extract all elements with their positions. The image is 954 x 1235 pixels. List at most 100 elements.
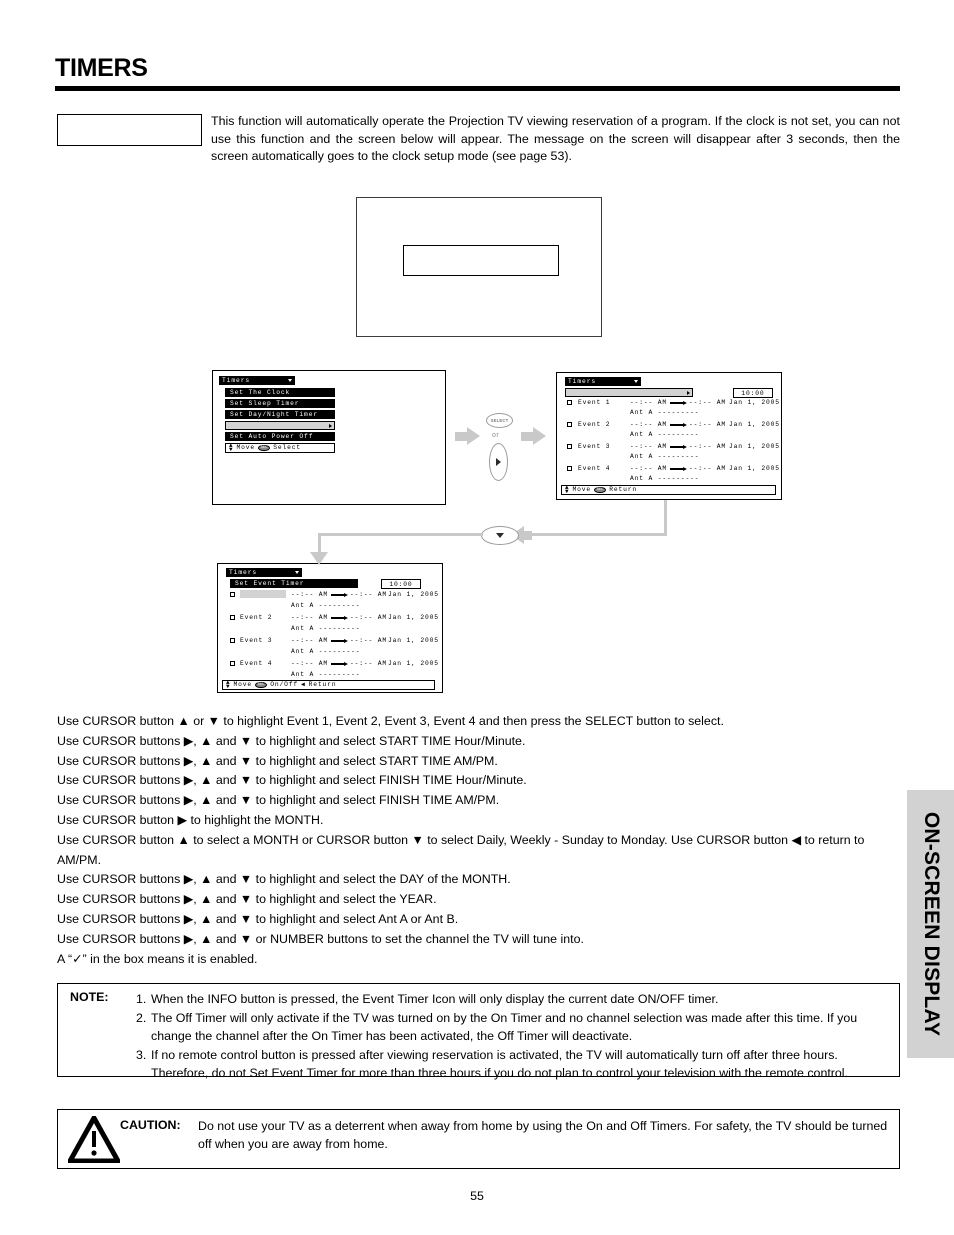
- event-start-time[interactable]: --:-- AM: [291, 591, 328, 599]
- event-enable-checkbox[interactable]: [230, 615, 235, 620]
- page-number: 55: [470, 1189, 484, 1203]
- osd1-title-label: Timers: [222, 377, 251, 384]
- flow-line-vertical-right: [664, 500, 667, 536]
- flow-line-horizontal-right: [524, 533, 667, 536]
- menu-item-set-the-clock[interactable]: Set The Clock: [225, 388, 335, 397]
- event-finish-time[interactable]: --:-- AM: [689, 421, 726, 429]
- event-start-time[interactable]: --:-- AM: [291, 637, 328, 645]
- event-finish-time[interactable]: --:-- AM: [689, 399, 726, 407]
- warning-triangle-icon: [68, 1116, 120, 1163]
- osd-panel-timers-menu: Timers Set The Clock Set Sleep Timer Set…: [212, 370, 446, 505]
- note-number: 2.: [136, 1010, 147, 1025]
- event-enable-checkbox[interactable]: [567, 444, 572, 449]
- event-start-time[interactable]: --:-- AM: [630, 421, 667, 429]
- title-divider: [55, 86, 900, 91]
- event-antenna[interactable]: Ant A ---------: [291, 602, 360, 610]
- arrow-right-icon: [331, 639, 348, 643]
- osd2-subtitle-highlight[interactable]: [565, 388, 693, 397]
- note-text: If no remote control button is pressed a…: [151, 1047, 848, 1081]
- osd2-guide-action-label: Return: [609, 486, 638, 493]
- event-enable-checkbox[interactable]: [230, 638, 235, 643]
- select-button-icon: SEL: [254, 681, 268, 689]
- event-finish-time[interactable]: --:-- AM: [689, 443, 726, 451]
- menu-item-label: Set The Clock: [230, 389, 291, 396]
- instruction-line: Use CURSOR button ▶ to highlight the MON…: [57, 812, 324, 827]
- select-button-remote[interactable]: SELECT: [486, 413, 513, 428]
- arrow-right-icon: [670, 423, 687, 427]
- event-antenna[interactable]: Ant A ---------: [291, 648, 360, 656]
- menu-item-label: Set Day/Night Timer: [230, 411, 318, 418]
- event-finish-time[interactable]: --:-- AM: [350, 591, 387, 599]
- osd2-guide-move-label: Move: [572, 486, 591, 493]
- chevron-right-icon: [329, 424, 332, 429]
- note-label: NOTE:: [70, 990, 109, 1004]
- event-date[interactable]: Jan 1, 2005: [388, 591, 439, 599]
- intro-label-box: [57, 114, 202, 146]
- note-box: NOTE: 1. When the INFO button is pressed…: [57, 983, 900, 1080]
- event-antenna[interactable]: Ant A ---------: [630, 431, 699, 439]
- event-start-time[interactable]: --:-- AM: [291, 614, 328, 622]
- osd3-subtitle[interactable]: Set Event Timer: [230, 579, 358, 588]
- instruction-line: A “✓” in the box means it is enabled.: [57, 951, 258, 966]
- event-antenna[interactable]: Ant A ---------: [291, 625, 360, 633]
- flow-arrow-down-1: [310, 552, 328, 565]
- event-enable-checkbox[interactable]: [567, 400, 572, 405]
- menu-item-label: Set Sleep Timer: [230, 400, 300, 407]
- event-antenna[interactable]: Ant A ---------: [630, 475, 699, 483]
- event-date[interactable]: Jan 1, 2005: [388, 614, 439, 622]
- osd2-title: Timers: [565, 377, 641, 386]
- osd1-guide-action-label: Select: [273, 444, 302, 451]
- osd1-title: Timers: [219, 376, 295, 385]
- event-start-time[interactable]: --:-- AM: [630, 443, 667, 451]
- up-down-arrows-icon: ▲ ▼: [226, 679, 231, 690]
- arrow-right-icon: [331, 662, 348, 666]
- event-antenna[interactable]: Ant A ---------: [630, 409, 699, 417]
- event-name: Event 1: [578, 399, 611, 406]
- flow-arrow-right-2: [521, 427, 546, 445]
- event-finish-time[interactable]: --:-- AM: [350, 660, 387, 668]
- arrow-right-icon: [331, 616, 348, 620]
- instruction-line: Use CURSOR buttons ▶, ▲ and ▼ to highlig…: [57, 733, 526, 748]
- caution-box: CAUTION: Do not use your TV as a deterre…: [57, 1109, 900, 1169]
- instruction-line: Use CURSOR buttons ▶, ▲ and ▼ to highlig…: [57, 892, 437, 907]
- event-antenna[interactable]: Ant A ---------: [630, 453, 699, 461]
- osd3-subtitle-label: Set Event Timer: [235, 580, 305, 587]
- event-date[interactable]: Jan 1, 2005: [729, 465, 780, 473]
- menu-item-set-event-timer[interactable]: [225, 421, 335, 430]
- cursor-down-button-remote[interactable]: [481, 526, 519, 545]
- instruction-line: Use CURSOR button ▲ to select a MONTH or…: [57, 832, 865, 867]
- event-start-time[interactable]: --:-- AM: [630, 399, 667, 407]
- chevron-down-icon: [295, 571, 299, 574]
- event-name: Event 4: [240, 660, 273, 667]
- instruction-line: Use CURSOR buttons ▶, ▲ and ▼ to highlig…: [57, 793, 500, 808]
- event-date[interactable]: Jan 1, 2005: [729, 421, 780, 429]
- arrow-right-icon: [331, 593, 348, 597]
- menu-item-set-auto-power-off[interactable]: Set Auto Power Off: [225, 432, 335, 441]
- event-finish-time[interactable]: --:-- AM: [350, 614, 387, 622]
- event-date[interactable]: Jan 1, 2005: [729, 399, 780, 407]
- instruction-line: Use CURSOR buttons ▶, ▲ and ▼ to highlig…: [57, 872, 511, 887]
- event-enable-checkbox[interactable]: [567, 466, 572, 471]
- event-finish-time[interactable]: --:-- AM: [689, 465, 726, 473]
- menu-item-set-sleep-timer[interactable]: Set Sleep Timer: [225, 399, 335, 408]
- event-date[interactable]: Jan 1, 2005: [388, 660, 439, 668]
- osd-panel-event-timer-list: Timers 10:00 Event 1 --:-- AM --:-- AM J…: [556, 372, 782, 500]
- event-enable-checkbox[interactable]: [230, 661, 235, 666]
- event-antenna[interactable]: Ant A ---------: [291, 671, 360, 679]
- select-button-icon: SEL: [593, 486, 607, 494]
- menu-item-set-day-night-timer[interactable]: Set Day/Night Timer: [225, 410, 335, 419]
- instruction-list: Use CURSOR button ▲ or ▼ to highlight Ev…: [57, 712, 903, 969]
- event-date[interactable]: Jan 1, 2005: [388, 637, 439, 645]
- section-tab-on-screen-display: ON-SCREEN DISPLAY: [907, 790, 954, 1058]
- event-date[interactable]: Jan 1, 2005: [729, 443, 780, 451]
- osd2-title-label: Timers: [568, 378, 597, 385]
- chevron-down-icon: [288, 379, 292, 382]
- event-enable-checkbox[interactable]: [567, 422, 572, 427]
- cursor-right-button-remote[interactable]: [489, 443, 508, 481]
- triangle-down-icon: [496, 533, 504, 538]
- event-finish-time[interactable]: --:-- AM: [350, 637, 387, 645]
- event-start-time[interactable]: --:-- AM: [291, 660, 328, 668]
- list-item: 3. If no remote control button is presse…: [136, 1046, 888, 1083]
- event-enable-checkbox[interactable]: [230, 592, 235, 597]
- event-start-time[interactable]: --:-- AM: [630, 465, 667, 473]
